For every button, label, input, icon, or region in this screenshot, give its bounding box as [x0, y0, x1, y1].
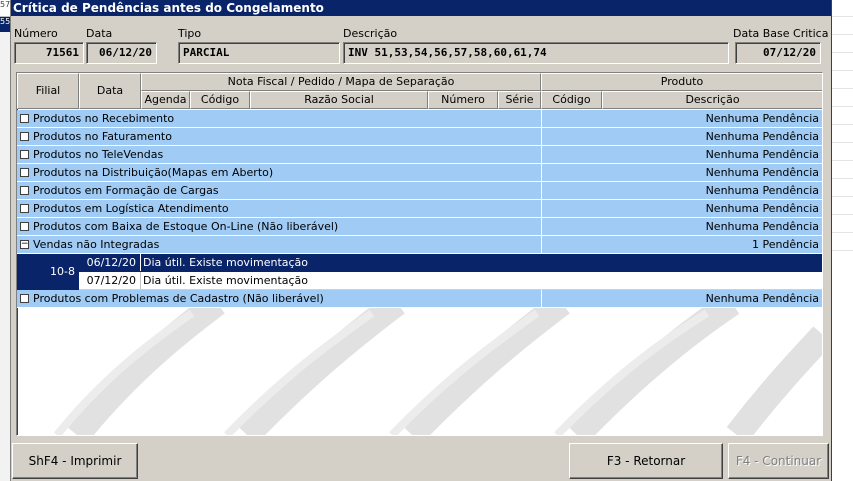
retornar-button[interactable]: F3 - Retornar — [569, 443, 723, 479]
group-row[interactable]: Produtos na Distribuição(Mapas em Aberto… — [17, 164, 822, 182]
group-row[interactable]: Produtos em Logística Atendimento Nenhum… — [17, 200, 822, 218]
subrow-text: Dia útil. Existe movimentação — [143, 274, 309, 287]
pendencias-grid[interactable]: Filial Data Nota Fiscal / Pedido / Mapa … — [16, 72, 823, 436]
tipo-label: Tipo — [178, 27, 202, 40]
col-razao-social[interactable]: Razão Social — [250, 91, 428, 109]
dialog-title: Crítica de Pendências antes do Congelame… — [11, 0, 831, 16]
descricao-field[interactable]: INV 51,53,54,56,57,58,60,61,74 — [343, 42, 729, 64]
group-row-label: Produtos na Distribuição(Mapas em Aberto… — [33, 166, 274, 179]
col-filial[interactable]: Filial — [17, 73, 79, 109]
group-row-label: Produtos com Baixa de Estoque On-Line (N… — [33, 220, 339, 233]
group-row[interactable]: Produtos com Baixa de Estoque On-Line (N… — [17, 218, 822, 236]
collapse-icon[interactable]: − — [20, 240, 29, 249]
group-row[interactable]: Produtos no Faturamento Nenhuma Pendênci… — [17, 128, 822, 146]
tipo-field[interactable]: PARCIAL — [178, 42, 340, 64]
group-row-status: Nenhuma Pendência — [705, 166, 819, 179]
expand-icon[interactable] — [20, 168, 29, 177]
imprimir-button[interactable]: ShF4 - Imprimir — [12, 443, 138, 479]
subrow-date: 06/12/20 — [79, 254, 141, 271]
numero-label: Número — [14, 27, 58, 40]
col-group-nota-fiscal: Nota Fiscal / Pedido / Mapa de Separação — [141, 73, 541, 91]
group-row-status: Nenhuma Pendência — [705, 184, 819, 197]
group-row[interactable]: Produtos no TeleVendas Nenhuma Pendência — [17, 146, 822, 164]
col-produto-codigo[interactable]: Código — [541, 91, 602, 109]
col-data[interactable]: Data — [79, 73, 141, 109]
pendencias-dialog: Crítica de Pendências antes do Congelame… — [10, 0, 832, 481]
group-row-status: Nenhuma Pendência — [705, 112, 819, 125]
col-produto-descricao[interactable]: Descrição — [602, 91, 822, 109]
group-row-status: Nenhuma Pendência — [705, 148, 819, 161]
col-numero[interactable]: Número — [428, 91, 498, 109]
group-row-status: 1 Pendência — [751, 238, 819, 251]
background-window-left: 57 55 — [0, 0, 10, 481]
group-row-status: Nenhuma Pendência — [705, 130, 819, 143]
table-row[interactable]: 07/12/20 Dia útil. Existe movimentação — [79, 272, 822, 290]
col-group-produto: Produto — [541, 73, 822, 91]
background-text-bottom: 55 — [0, 17, 10, 32]
data-base-field[interactable]: 07/12/20 — [735, 42, 821, 64]
data-base-label: Data Base Critica — [733, 27, 829, 40]
background-window-right — [832, 0, 853, 481]
expand-icon[interactable] — [20, 222, 29, 231]
expand-icon[interactable] — [20, 294, 29, 303]
group-row-label: Produtos no TeleVendas — [33, 148, 164, 161]
group-row-label: Produtos no Faturamento — [33, 130, 172, 143]
descricao-label: Descrição — [343, 27, 398, 40]
data-label: Data — [86, 27, 113, 40]
group-row-expanded[interactable]: − Vendas não Integradas 1 Pendência — [17, 236, 822, 254]
expand-icon[interactable] — [20, 204, 29, 213]
group-row-status: Nenhuma Pendência — [705, 292, 819, 305]
expand-icon[interactable] — [20, 114, 29, 123]
group-row-label: Produtos no Recebimento — [33, 112, 175, 125]
subrow-text: Dia útil. Existe movimentação — [143, 256, 309, 269]
col-codigo[interactable]: Código — [190, 91, 250, 109]
group-row-label: Produtos em Logística Atendimento — [33, 202, 229, 215]
group-row-status: Nenhuma Pendência — [705, 220, 819, 233]
group-row[interactable]: Produtos no Recebimento Nenhuma Pendênci… — [17, 110, 822, 128]
table-row-selected[interactable]: 06/12/20 Dia útil. Existe movimentação — [79, 254, 822, 272]
expand-icon[interactable] — [20, 132, 29, 141]
subrow-date: 07/12/20 — [79, 272, 141, 289]
group-row-label: Vendas não Integradas — [33, 238, 160, 251]
numero-field[interactable]: 71561 — [14, 42, 84, 64]
group-row[interactable]: Produtos em Formação de Cargas Nenhuma P… — [17, 182, 822, 200]
group-row[interactable]: Produtos com Problemas de Cadastro (Não … — [17, 290, 822, 308]
group-row-label: Produtos com Problemas de Cadastro (Não … — [33, 292, 324, 305]
group-row-status: Nenhuma Pendência — [705, 202, 819, 215]
expand-icon[interactable] — [20, 186, 29, 195]
group-row-label: Produtos em Formação de Cargas — [33, 184, 219, 197]
col-serie[interactable]: Série — [498, 91, 541, 109]
subrow-filial-cell[interactable]: 10-8 — [17, 254, 79, 290]
col-agenda[interactable]: Agenda — [141, 91, 190, 109]
background-text-top: 57 — [0, 0, 10, 17]
data-field[interactable]: 06/12/20 — [86, 42, 157, 64]
continuar-button[interactable]: F4 - Continuar — [728, 443, 829, 479]
expand-icon[interactable] — [20, 150, 29, 159]
